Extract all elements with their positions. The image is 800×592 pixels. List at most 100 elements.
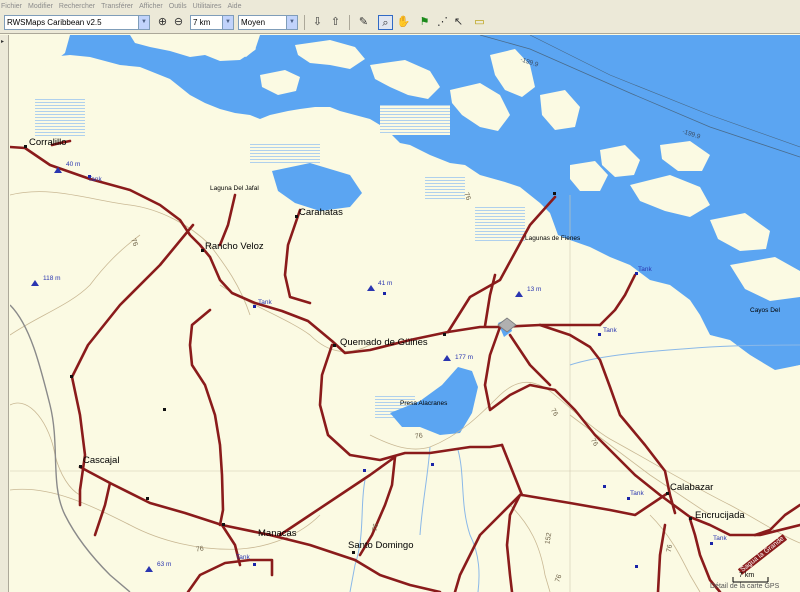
- summit-label: 118 m: [43, 275, 61, 282]
- menu-rechercher[interactable]: Rechercher: [59, 3, 95, 10]
- town-dot: [352, 551, 355, 554]
- town-dot: [443, 333, 446, 336]
- menu-utilitaires[interactable]: Utilitaires: [193, 3, 222, 10]
- receive-from-device-button[interactable]: ⇩: [310, 15, 325, 30]
- marsh-area: [35, 97, 85, 137]
- toolbar: RWSMaps Caribbean v2.5 ▼ ⊕ ⊖ 7 km ▼ Moye…: [0, 12, 800, 34]
- zoom-value: 7 km: [193, 18, 211, 27]
- zoom-tool-button[interactable]: ⌕: [378, 15, 393, 30]
- zoom-in-button[interactable]: ⊕: [155, 15, 170, 30]
- tank-marker: [627, 497, 630, 500]
- cay-land: [180, 101, 208, 123]
- magnifier-icon: ⌕: [382, 17, 389, 29]
- chevron-down-icon[interactable]: ▼: [138, 16, 149, 29]
- town-label-calabazar[interactable]: Calabazar: [670, 482, 713, 493]
- town-dot: [333, 344, 336, 347]
- menu-fichier[interactable]: Fichier: [1, 3, 22, 10]
- contour-label: 76: [665, 544, 675, 553]
- town-label-corralillo[interactable]: Corralillo: [29, 137, 66, 148]
- town-dot: [146, 497, 149, 500]
- town-dot: [201, 249, 204, 252]
- tank-label: Tank: [236, 554, 250, 561]
- label-cayos-del: Cayos Del: [750, 307, 780, 314]
- map-tool-icon: ✎: [358, 16, 369, 28]
- tank-marker: [635, 565, 638, 568]
- tank-label: Tank: [638, 266, 652, 273]
- tank-marker: [598, 333, 601, 336]
- town-dot: [163, 408, 166, 411]
- marsh-area: [250, 143, 320, 165]
- scale-caption: Détail de la carte GPS: [710, 583, 780, 590]
- distance-tool-button[interactable]: ▭: [472, 15, 487, 30]
- town-label-encrucijada[interactable]: Encrucijada: [695, 510, 745, 521]
- menu-bar: Fichier Modifier Rechercher Transférer A…: [0, 0, 800, 12]
- zoom-out-icon: ⊖: [173, 16, 184, 28]
- town-label-manacas[interactable]: Manacas: [258, 528, 297, 539]
- menu-outils[interactable]: Outils: [169, 3, 187, 10]
- town-dot: [222, 523, 225, 526]
- town-dot: [689, 517, 692, 520]
- route-tool-button[interactable]: ⋰: [435, 15, 450, 30]
- zoom-select[interactable]: 7 km ▼: [190, 15, 234, 30]
- town-dot: [553, 192, 556, 195]
- town-label-cascajal[interactable]: Cascajal: [83, 455, 119, 466]
- chevron-down-icon[interactable]: ▼: [286, 16, 297, 29]
- route-icon: ⋰: [437, 16, 448, 28]
- hand-tool-button[interactable]: ✋: [396, 15, 411, 30]
- side-collapse-bar[interactable]: ▸: [0, 35, 9, 592]
- detail-value: Moyen: [241, 18, 266, 27]
- tank-marker: [431, 463, 434, 466]
- tank-marker: [603, 485, 606, 488]
- zoom-in-icon: ⊕: [157, 16, 168, 28]
- tank-label: Tank: [88, 176, 102, 183]
- marsh-area: [475, 207, 525, 243]
- menu-afficher[interactable]: Afficher: [139, 3, 163, 10]
- map-tool-button[interactable]: ✎: [356, 15, 371, 30]
- selection-tool-button[interactable]: ↖: [451, 15, 466, 30]
- town-label-carahatas[interactable]: Carahatas: [299, 207, 343, 218]
- town-label-quemado[interactable]: Quemado de Güines: [340, 337, 428, 348]
- map-canvas[interactable]: Corralillo Carahatas Rancho Veloz Quemad…: [10, 35, 800, 592]
- tank-marker: [363, 469, 366, 472]
- label-laguna-del-jafal: Laguna Del Jafal: [210, 185, 259, 192]
- town-label-rancho-veloz[interactable]: Rancho Veloz: [205, 241, 264, 252]
- summit-label: 40 m: [66, 161, 81, 168]
- contour-label: 76: [371, 523, 381, 532]
- town-dot: [666, 492, 669, 495]
- tank-marker: [253, 563, 256, 566]
- mapsource-window: Fichier Modifier Rechercher Transférer A…: [0, 0, 800, 592]
- tank-label: Tank: [258, 299, 272, 306]
- menu-transferer[interactable]: Transférer: [101, 3, 133, 10]
- marsh-area: [425, 175, 465, 201]
- scale-label: 7 km: [739, 572, 755, 579]
- toolbar-separator: [304, 15, 305, 30]
- menu-modifier[interactable]: Modifier: [28, 3, 53, 10]
- scale-bar: 7 km Détail de la carte GPS: [705, 572, 800, 592]
- contour-label: 76: [195, 545, 205, 554]
- waypoint-tool-button[interactable]: ⚑: [417, 15, 432, 30]
- town-dot: [295, 215, 298, 218]
- device-send-icon: ⇧: [330, 16, 341, 28]
- laguna-del-jafal: [272, 163, 362, 211]
- map-product-select[interactable]: RWSMaps Caribbean v2.5 ▼: [4, 15, 150, 30]
- send-to-device-button[interactable]: ⇧: [328, 15, 343, 30]
- town-label-santo-domingo[interactable]: Santo Domingo: [348, 540, 413, 551]
- cay-land: [10, 35, 70, 77]
- town-dot: [79, 465, 82, 468]
- tank-label: Tank: [713, 535, 727, 542]
- tank-label: Tank: [630, 490, 644, 497]
- detail-select[interactable]: Moyen ▼: [238, 15, 298, 30]
- cursor-icon: ↖: [453, 16, 464, 28]
- zoom-out-button[interactable]: ⊖: [171, 15, 186, 30]
- chevron-down-icon[interactable]: ▼: [222, 16, 233, 29]
- summit-label: 63 m: [157, 561, 172, 568]
- toolbar-separator: [349, 15, 350, 30]
- hand-icon: ✋: [396, 16, 411, 28]
- tank-marker: [383, 292, 386, 295]
- summit-label: 41 m: [378, 280, 393, 287]
- menu-aide[interactable]: Aide: [227, 3, 241, 10]
- tank-marker: [253, 305, 256, 308]
- tank-marker: [710, 542, 713, 545]
- tank-label: Tank: [603, 327, 617, 334]
- town-dot: [70, 375, 73, 378]
